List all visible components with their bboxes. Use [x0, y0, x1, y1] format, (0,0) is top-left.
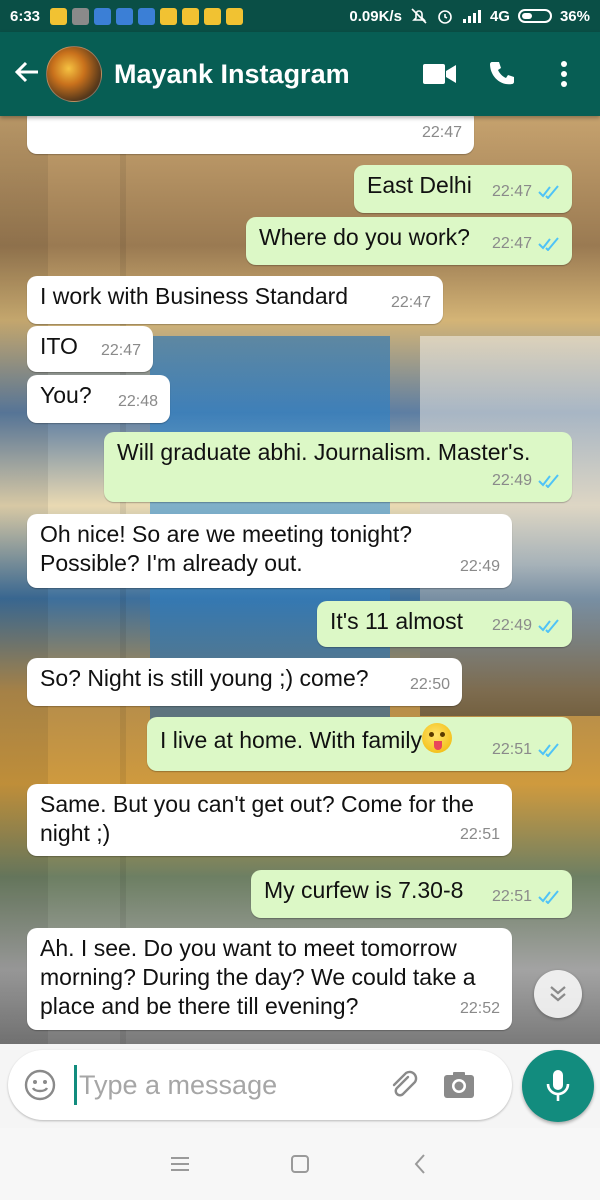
battery-icon	[517, 9, 552, 23]
square-icon	[291, 1155, 309, 1173]
recents-button[interactable]	[160, 1144, 200, 1184]
message-time: 22:47	[421, 124, 462, 141]
home-button[interactable]	[280, 1144, 320, 1184]
voice-call-button[interactable]	[478, 50, 526, 98]
message-text: East Delhi	[367, 172, 472, 198]
double-tick-icon	[538, 742, 559, 757]
grindr-icon	[94, 7, 112, 25]
message-text: Same. But you can't get out? Come for th…	[40, 791, 474, 846]
chevron-left-icon	[414, 1154, 425, 1174]
network-type: 4G	[489, 7, 510, 25]
message-bubble-incoming[interactable]: Same. But you can't get out? Come for th…	[27, 784, 512, 856]
more-vert-icon	[561, 61, 567, 87]
message-text: Will graduate abhi. Journalism. Master's…	[117, 439, 531, 465]
message-input-box	[8, 1050, 512, 1120]
message-time: 22:49	[491, 472, 532, 489]
signal-icon	[462, 10, 481, 23]
message-text: Ah. I see. Do you want to meet tomorrow …	[40, 935, 476, 1019]
message-input[interactable]	[77, 1069, 369, 1101]
message-bubble-outgoing[interactable]: Will graduate abhi. Journalism. Master's…	[104, 432, 572, 502]
camera-button[interactable]	[437, 1063, 481, 1107]
message-time: 22:47	[390, 294, 431, 311]
double-tick-icon	[538, 889, 559, 904]
more-options-button[interactable]	[540, 50, 588, 98]
status-bar: 6:33 0.09K/s 4G 36%	[0, 0, 600, 32]
message-bubble-incoming[interactable]: Oh nice! So are we meeting tonight? Poss…	[27, 514, 512, 588]
back-nav-button[interactable]	[400, 1144, 440, 1184]
message-bubble-outgoing[interactable]: It's 11 almost 22:49	[317, 601, 572, 647]
mute-icon	[411, 8, 427, 24]
snapchat-icon	[50, 7, 68, 25]
composer	[0, 1044, 600, 1128]
message-time: 22:49	[491, 617, 532, 634]
double-tick-icon	[538, 618, 559, 633]
double-tick-icon	[538, 473, 559, 488]
message-time: 22:50	[409, 676, 450, 693]
system-nav-bar	[0, 1128, 600, 1200]
message-time: 22:47	[100, 342, 141, 359]
smiley-icon	[24, 1069, 56, 1101]
message-bubble-outgoing[interactable]: Where do you work? 22:47	[246, 217, 572, 265]
chat-area[interactable]: 22:47 East Delhi 22:47 Where do you work…	[0, 116, 600, 1044]
camera-icon	[444, 1072, 474, 1098]
twitter-icon	[138, 7, 156, 25]
paperclip-icon	[392, 1070, 418, 1097]
instagram-icon	[72, 7, 90, 25]
message-bubble-outgoing[interactable]: I live at home. With family 22:51	[147, 717, 572, 771]
battery-level: 36%	[559, 7, 590, 25]
message-bubble-incoming[interactable]: ITO 22:47	[27, 326, 153, 372]
mic-button[interactable]	[522, 1050, 594, 1122]
double-tick-icon	[538, 184, 559, 199]
back-button[interactable]	[12, 57, 42, 92]
tongue-out-emoji	[422, 723, 453, 753]
message-bubble-incoming[interactable]: You? 22:48	[27, 375, 170, 423]
message-time: 22:49	[459, 558, 500, 575]
message-bubble-outgoing[interactable]: My curfew is 7.30-8 22:51	[251, 870, 572, 918]
message-text: ITO	[40, 333, 78, 359]
grindr-icon	[116, 7, 134, 25]
message-time: 22:47	[491, 183, 532, 200]
double-tick-icon	[538, 236, 559, 251]
message-bubble-incoming[interactable]: I work with Business Standard 22:47	[27, 276, 443, 324]
message-time: 22:51	[491, 888, 532, 905]
message-text: You?	[40, 382, 92, 408]
message-time: 22:52	[459, 1000, 500, 1017]
message-bubble-incoming[interactable]: Ah. I see. Do you want to meet tomorrow …	[27, 928, 512, 1030]
message-text: I work with Business Standard	[40, 283, 349, 309]
message-time: 22:51	[491, 741, 532, 758]
message-text: Where do you work?	[259, 224, 470, 250]
message-text: It's 11 almost	[330, 608, 464, 634]
contact-name[interactable]: Mayank Instagram	[114, 59, 402, 90]
mic-icon	[546, 1070, 570, 1101]
avatar[interactable]	[46, 46, 102, 102]
arrow-left-icon	[14, 61, 38, 82]
message-text: My curfew is 7.30-8	[264, 877, 464, 903]
snapchat-icon	[226, 7, 244, 25]
chat-header: Mayank Instagram	[0, 32, 600, 116]
message-time: 22:47	[491, 235, 532, 252]
emoji-button[interactable]	[20, 1065, 60, 1105]
net-speed: 0.09K/s	[349, 7, 402, 25]
snapchat-icon	[182, 7, 200, 25]
message-time: 22:51	[459, 826, 500, 843]
video-camera-icon	[423, 64, 456, 84]
snapchat-icon	[204, 7, 222, 25]
snapchat-icon	[160, 7, 178, 25]
message-text: I live at home. With family	[160, 727, 423, 753]
message-time: 22:48	[117, 393, 158, 410]
message-bubble-outgoing[interactable]: East Delhi 22:47	[354, 165, 572, 213]
message-text: So? Night is still young ;) come?	[40, 665, 369, 691]
notification-icons	[50, 7, 244, 25]
alarm-icon	[438, 10, 452, 24]
message-bubble-incoming[interactable]: So? Night is still young ;) come? 22:50	[27, 658, 462, 706]
status-time: 6:33	[10, 7, 41, 25]
message-text: Oh nice! So are we meeting tonight? Poss…	[40, 521, 413, 576]
video-call-button[interactable]	[416, 50, 464, 98]
menu-icon	[171, 1157, 189, 1171]
phone-icon	[490, 62, 514, 85]
double-chevron-down-icon	[550, 986, 566, 1002]
message-bubble-incoming[interactable]: 22:47	[27, 116, 474, 154]
scroll-to-bottom-button[interactable]	[534, 970, 582, 1018]
attach-button[interactable]	[381, 1063, 425, 1107]
